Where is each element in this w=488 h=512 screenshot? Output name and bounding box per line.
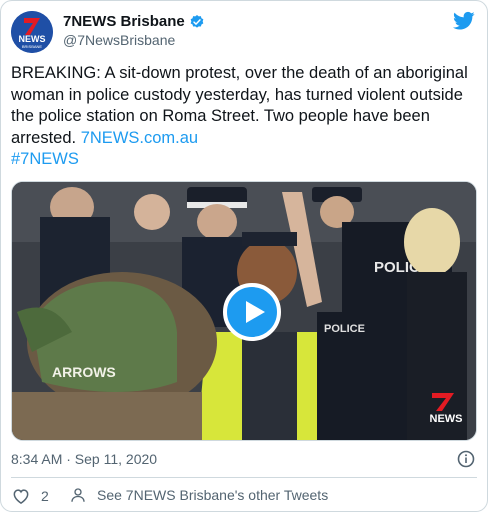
author-handle[interactable]: @7NewsBrisbane: [63, 32, 175, 48]
news-watermark: NEWS: [424, 391, 468, 430]
like-count: 2: [41, 488, 49, 504]
avatar-logo-word: NEWS: [19, 34, 46, 44]
tweet-link[interactable]: 7NEWS.com.au: [81, 129, 198, 147]
watermark-word: NEWS: [430, 413, 463, 425]
heart-icon: [13, 489, 29, 504]
tweet-hashtag[interactable]: #7NEWS: [11, 150, 79, 168]
see-other-tweets-button[interactable]: See 7NEWS Brisbane's other Tweets: [69, 486, 328, 504]
vest-text: POLICE: [324, 323, 365, 335]
avatar-logo-sub: BRISBANE: [22, 44, 43, 49]
author-display-name[interactable]: 7NEWS Brisbane: [63, 13, 185, 30]
tweet-body: BREAKING: A sit-down protest, over the d…: [11, 64, 468, 147]
cap-text: ARROWS: [52, 364, 116, 380]
video-player[interactable]: POLICE POLICE ARROWS NEWS: [11, 181, 477, 441]
like-button[interactable]: 2: [11, 486, 49, 506]
tweet-text: BREAKING: A sit-down protest, over the d…: [11, 63, 481, 171]
person-icon: [71, 488, 85, 502]
play-icon: [246, 301, 265, 323]
tweet-card: NEWS BRISBANE 7NEWS Brisbane @7NewsBrisb…: [0, 0, 488, 512]
see-other-tweets-label: See 7NEWS Brisbane's other Tweets: [97, 487, 329, 503]
twitter-bird-icon[interactable]: [453, 11, 475, 31]
tweet-timestamp[interactable]: 8:34 AM · Sep 11, 2020: [11, 451, 157, 467]
play-button[interactable]: [223, 283, 281, 341]
verified-badge-icon: [189, 14, 205, 30]
avatar[interactable]: NEWS BRISBANE: [11, 11, 53, 53]
divider: [11, 477, 477, 478]
info-icon[interactable]: [457, 450, 475, 468]
author-name-row: 7NEWS Brisbane: [63, 13, 205, 30]
